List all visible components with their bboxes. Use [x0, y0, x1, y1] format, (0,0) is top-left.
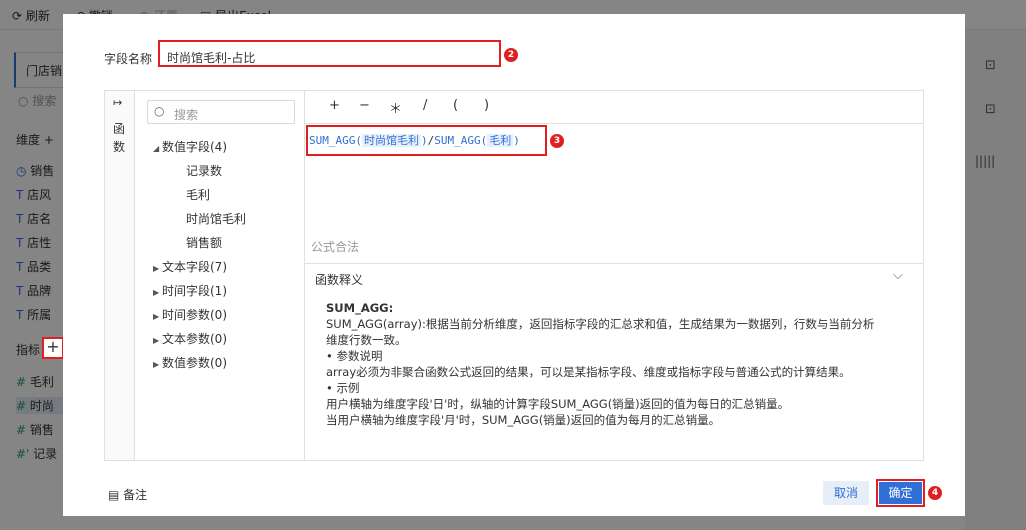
desc-line: 维度行数一致。 — [326, 333, 407, 347]
tree-node[interactable]: ▶ 时间参数(0) — [153, 306, 227, 323]
tree-node-numeric-fields[interactable]: ◢ 数值字段(4) — [153, 138, 227, 155]
chevron-down-icon[interactable]: ⌵ — [893, 268, 903, 283]
tree-leaf[interactable]: 毛利 — [186, 186, 210, 203]
operator-plus[interactable]: + — [329, 98, 340, 113]
desc-line: 用户横轴为维度字段'日'时，纵轴的计算字段SUM_AGG(销量)返回的值为每日的… — [326, 397, 790, 411]
caret-right-icon: ▶ — [153, 336, 160, 345]
field-name-input[interactable]: 时尚馆毛利-占比 — [167, 49, 497, 66]
add-measure-button[interactable]: + — [42, 337, 64, 359]
remark-button[interactable]: ▤ 备注 — [108, 486, 147, 503]
calculated-field-dialog: 字段名称 时尚馆毛利-占比 2 ↦ 函数 ○ 搜索 ◢ 数值字段(4) 记录数 毛… — [63, 14, 965, 516]
desc-divider — [305, 263, 923, 264]
tree-node[interactable]: ▶ 文本字段(7) — [153, 258, 227, 275]
operator-lparen[interactable]: ( — [453, 98, 458, 113]
field-search-input[interactable]: ○ 搜索 — [147, 100, 295, 124]
annotation-badge: 4 — [928, 486, 942, 500]
tree-leaf[interactable]: 时尚馆毛利 — [186, 210, 246, 227]
desc-line: • 参数说明 — [326, 349, 383, 363]
formula-status: 公式合法 — [311, 240, 360, 254]
operator-rparen[interactable]: ) — [484, 98, 489, 113]
confirm-button[interactable]: 确定 — [879, 482, 922, 504]
formula-token: 毛利 — [487, 134, 514, 147]
field-name-label: 字段名称 — [104, 52, 153, 66]
desc-line: SUM_AGG: — [326, 301, 394, 315]
tree-node[interactable]: ▶ 时间字段(1) — [153, 282, 227, 299]
tree-leaf[interactable]: 记录数 — [186, 162, 222, 179]
desc-line: • 示例 — [326, 381, 360, 395]
caret-right-icon: ▶ — [153, 312, 160, 321]
caret-right-icon: ▶ — [153, 360, 160, 369]
cancel-button[interactable]: 取消 — [823, 481, 869, 505]
operator-minus[interactable]: − — [359, 98, 370, 113]
annotation-badge: 2 — [504, 48, 518, 62]
tree-leaf[interactable]: 销售额 — [186, 234, 222, 251]
func-desc-title: 函数释义 — [315, 273, 364, 287]
operator-multiply[interactable]: ＊ — [389, 98, 402, 117]
annotation-badge: 3 — [550, 134, 564, 148]
formula-text[interactable]: SUM_AGG(时尚馆毛利)/SUM_AGG(毛利) — [309, 132, 520, 148]
caret-right-icon: ▶ — [153, 288, 160, 297]
func-tab[interactable]: 函数 — [113, 120, 127, 156]
desc-line: SUM_AGG(array):根据当前分析维度，返回指标字段的汇总求和值，生成结… — [326, 317, 875, 331]
operator-divide[interactable]: / — [423, 98, 427, 113]
expand-icon[interactable]: ↦ — [113, 96, 122, 109]
caret-right-icon: ▶ — [153, 264, 160, 273]
search-icon: ○ — [154, 104, 165, 118]
tree-node[interactable]: ▶ 文本参数(0) — [153, 330, 227, 347]
tree-divider — [304, 91, 305, 460]
desc-line: array必须为非聚合函数公式返回的结果，可以是某指标字段、维度或指标字段与普通… — [326, 365, 851, 379]
caret-down-icon: ◢ — [153, 144, 160, 153]
formula-token: 时尚馆毛利 — [361, 134, 421, 147]
desc-line: 当用户横轴为维度字段'月'时，SUM_AGG(销量)返回的值为每月的汇总销量。 — [326, 413, 721, 427]
tree-node[interactable]: ▶ 数值参数(0) — [153, 354, 227, 371]
note-icon: ▤ — [108, 488, 120, 502]
